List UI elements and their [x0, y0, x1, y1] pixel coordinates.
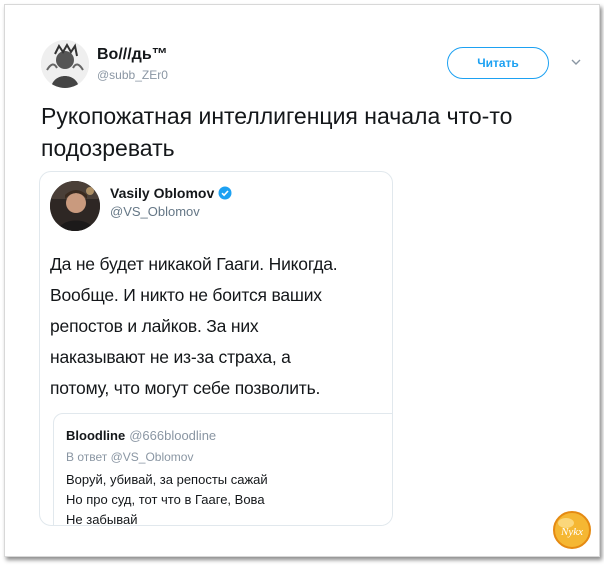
- embedded-author-avatar[interactable]: [50, 181, 100, 231]
- author-name[interactable]: Во///дь™: [97, 46, 168, 64]
- author-avatar[interactable]: [41, 40, 89, 88]
- quoted-tweet-text: Воруй, убивай, за репосты сажай Но про с…: [66, 470, 392, 526]
- tweet-text: Рукопожатная интеллигенция начала что-то…: [41, 103, 513, 161]
- author-avatar-image: [41, 40, 89, 88]
- quoted-reply-to: В ответ @VS_Oblomov: [66, 450, 194, 464]
- verified-badge-icon: [218, 186, 232, 200]
- quoted-author-handle[interactable]: @666bloodline: [129, 428, 216, 443]
- embedded-author-name[interactable]: Vasily Oblomov: [110, 185, 214, 201]
- chevron-down-icon[interactable]: [570, 56, 582, 68]
- embedded-author-name-row: Vasily Oblomov: [110, 185, 232, 201]
- embedded-tweet-card[interactable]: Vasily Oblomov @VS_Oblomov Да не будет н…: [39, 171, 393, 526]
- svg-text:Nykx: Nykx: [560, 526, 583, 538]
- quoted-tweet-line: Но про суд, тот что в Гааге, Вова: [66, 492, 265, 507]
- tweet-screenshot-frame: Во///дь™ @subb_ZEr0 Читать Рукопожатная …: [4, 4, 600, 557]
- author-handle[interactable]: @subb_ZEr0: [97, 68, 168, 82]
- embedded-author-avatar-image: [50, 181, 100, 231]
- follow-button[interactable]: Читать: [447, 47, 549, 79]
- embedded-tweet-line: наказывают не из-за страха, а: [50, 347, 291, 367]
- quoted-tweet-header: Bloodline @666bloodline: [66, 428, 216, 443]
- embedded-tweet-line: Да не будет никакой Гааги. Никогда.: [50, 254, 338, 274]
- embedded-tweet-text: Да не будет никакой Гааги. Никогда. Вооб…: [50, 249, 392, 404]
- embedded-author-handle[interactable]: @VS_Oblomov: [110, 204, 200, 219]
- embedded-tweet-line: репостов и лайков. За них: [50, 316, 259, 336]
- embedded-tweet-line: потому, что могут себе позволить.: [50, 378, 321, 398]
- quoted-author-name[interactable]: Bloodline: [66, 428, 125, 443]
- quoted-tweet-line: Не забывай: [66, 512, 138, 526]
- site-watermark-logo: Nykx: [553, 511, 591, 549]
- quoted-tweet-line: Воруй, убивай, за репосты сажай: [66, 472, 268, 487]
- embedded-tweet-line: Вообще. И никто не боится ваших: [50, 285, 322, 305]
- quoted-tweet-card[interactable]: Bloodline @666bloodline В ответ @VS_Oblom…: [53, 413, 392, 526]
